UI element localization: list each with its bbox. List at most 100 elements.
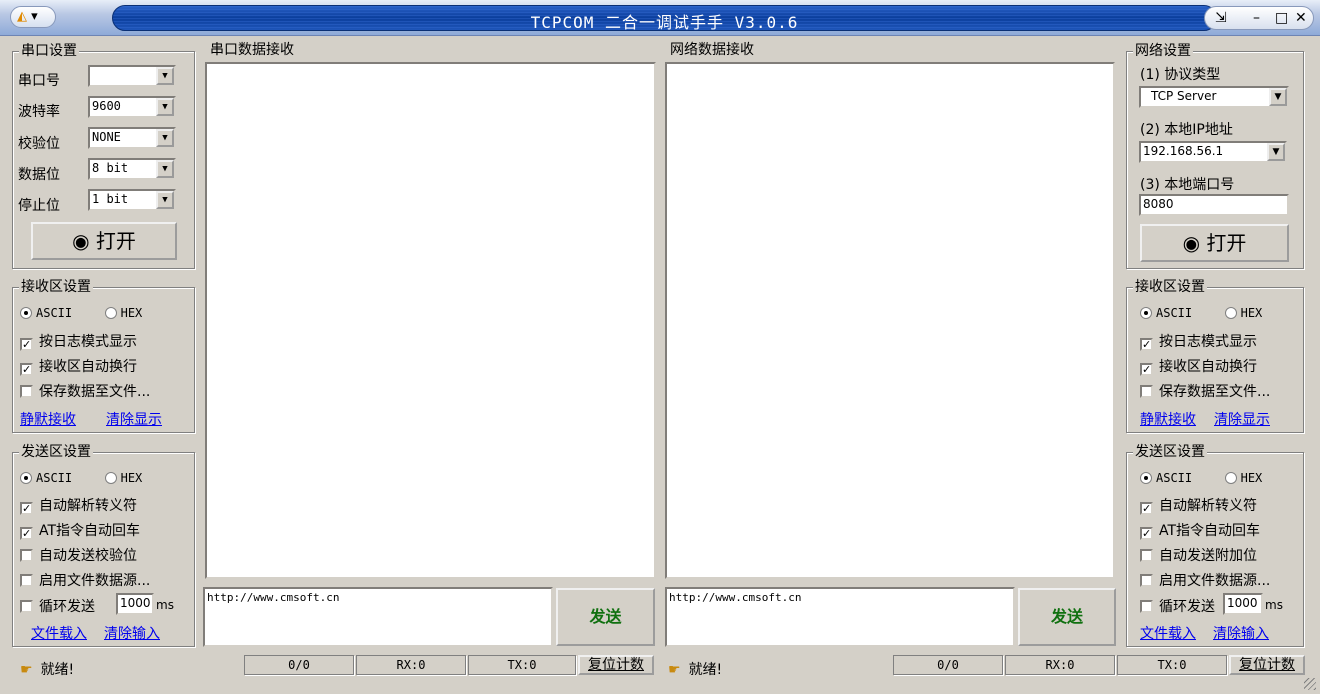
serial-escape[interactable]: ✓ 自动解析转义符 [20, 495, 137, 515]
minimize-icon[interactable]: – [1253, 7, 1260, 29]
serial-open-button[interactable]: ◉ 打开 [31, 222, 177, 260]
net-mute-link[interactable]: 静默接收 [1140, 409, 1196, 429]
check-icon[interactable]: ✓ [1140, 338, 1153, 351]
check-icon[interactable]: ✓ [1140, 527, 1153, 540]
title-pill: TCPCOM 二合一调试手手 V3.0.6 [112, 5, 1217, 32]
net-count: 0/0 [893, 655, 1003, 675]
chevron-down-icon[interactable]: ▼ [1269, 88, 1287, 106]
serial-at-cr[interactable]: ✓ AT指令自动回车 [20, 520, 140, 540]
databits-select[interactable]: 8 bit ▼ [88, 158, 176, 180]
window-title: TCPCOM 二合一调试手手 V3.0.6 [530, 13, 799, 32]
app-menu-button[interactable]: ◭ ▾ [10, 6, 56, 28]
parity-label: 校验位 [18, 136, 60, 152]
protocol-label: (1) 协议类型 [1140, 67, 1221, 83]
check-icon[interactable]: ✓ [20, 338, 33, 351]
serial-checksum[interactable]: 自动发送校验位 [20, 545, 137, 565]
net-send-settings-title: 发送区设置 [1133, 444, 1207, 460]
serial-settings-title: 串口设置 [19, 43, 79, 59]
net-send-ascii-radio[interactable] [1140, 472, 1152, 484]
chevron-down-icon[interactable]: ▼ [156, 191, 174, 209]
serial-mute-link[interactable]: 静默接收 [20, 409, 76, 429]
protocol-select[interactable]: TCP Server ▼ [1139, 86, 1289, 108]
serial-send-hex-radio[interactable] [104, 472, 117, 484]
close-icon[interactable]: ✕ [1295, 7, 1307, 29]
check-icon[interactable]: ✓ [1140, 363, 1153, 376]
serial-file-source[interactable]: 启用文件数据源... [20, 570, 150, 590]
serial-recv-settings-title: 接收区设置 [19, 279, 93, 295]
serial-loop-send[interactable]: 循环发送 [20, 596, 95, 616]
net-load-file-link[interactable]: 文件载入 [1140, 623, 1196, 643]
net-at-cr[interactable]: ✓ AT指令自动回车 [1140, 520, 1260, 540]
check-icon[interactable]: ✓ [1140, 502, 1153, 515]
serial-send-settings-title: 发送区设置 [19, 444, 93, 460]
serial-load-file-link[interactable]: 文件载入 [31, 623, 87, 643]
net-log-mode[interactable]: ✓ 按日志模式显示 [1140, 331, 1257, 351]
serial-recv-area[interactable] [205, 62, 656, 579]
net-port-input[interactable]: 8080 [1139, 194, 1289, 216]
net-auto-wrap[interactable]: ✓ 接收区自动换行 [1140, 356, 1257, 376]
net-settings-title: 网络设置 [1133, 43, 1193, 59]
net-loop-send[interactable]: 循环发送 [1140, 596, 1215, 616]
net-file-source[interactable]: 启用文件数据源... [1140, 570, 1270, 590]
net-send-button[interactable]: 发送 [1018, 588, 1116, 646]
stopbits-select[interactable]: 1 bit ▼ [88, 189, 176, 211]
chevron-down-icon[interactable]: ▼ [156, 67, 174, 85]
check-icon[interactable]: ✓ [20, 363, 33, 376]
serial-send-ascii-radio[interactable] [20, 472, 32, 484]
baud-label: 波特率 [18, 104, 60, 120]
chevron-down-icon[interactable]: ▼ [1267, 143, 1285, 161]
net-recv-format: ASCII HEX [1140, 306, 1262, 320]
port-select[interactable]: ▼ [88, 65, 176, 87]
hand-pointer-icon: ☛ [20, 662, 33, 678]
net-append[interactable]: 自动发送附加位 [1140, 545, 1257, 565]
net-clear-input-link[interactable]: 清除输入 [1213, 623, 1269, 643]
serial-recv-format: ASCII HEX [20, 306, 142, 320]
ip-label: (2) 本地IP地址 [1140, 122, 1233, 138]
resize-grip-icon[interactable] [1304, 678, 1316, 690]
serial-recv-title: 串口数据接收 [208, 42, 296, 58]
serial-save-file[interactable]: 保存数据至文件... [20, 381, 150, 401]
baud-select[interactable]: 9600 ▼ [88, 96, 176, 118]
net-status: ☛ 就绪! [668, 662, 723, 678]
net-send-hex-radio[interactable] [1224, 472, 1237, 484]
serial-clear-input-link[interactable]: 清除输入 [104, 623, 160, 643]
serial-auto-wrap[interactable]: ✓ 接收区自动换行 [20, 356, 137, 376]
net-clear-display-link[interactable]: 清除显示 [1214, 409, 1270, 429]
serial-clear-display-link[interactable]: 清除显示 [106, 409, 162, 429]
ip-select[interactable]: 192.168.56.1 ▼ [1139, 141, 1287, 163]
serial-count: 0/0 [244, 655, 354, 675]
maximize-icon[interactable]: □ [1275, 7, 1288, 29]
chevron-down-icon[interactable]: ▼ [156, 129, 174, 147]
pin-icon[interactable]: ⇲ [1215, 7, 1227, 29]
serial-loop-interval-input[interactable]: 1000 [116, 593, 154, 615]
net-recv-hex-radio[interactable] [1224, 307, 1237, 319]
chevron-down-icon[interactable]: ▼ [156, 160, 174, 178]
serial-send-input[interactable]: http://www.cmsoft.cn [203, 587, 553, 647]
app-logo-icon: ◭ [17, 9, 27, 24]
databits-label: 数据位 [18, 167, 60, 183]
chevron-down-icon[interactable]: ▼ [156, 98, 174, 116]
serial-status: ☛ 就绪! [20, 662, 75, 678]
net-save-file[interactable]: 保存数据至文件... [1140, 381, 1270, 401]
net-rx-count: RX:0 [1005, 655, 1115, 675]
net-reset-count-button[interactable]: 复位计数 [1229, 655, 1305, 675]
net-recv-title: 网络数据接收 [668, 42, 756, 58]
check-icon[interactable]: ✓ [20, 502, 33, 515]
serial-send-button[interactable]: 发送 [556, 588, 655, 646]
parity-select[interactable]: NONE ▼ [88, 127, 176, 149]
port-label: 串口号 [18, 73, 60, 89]
net-open-button[interactable]: ◉ 打开 [1140, 224, 1289, 262]
serial-reset-count-button[interactable]: 复位计数 [578, 655, 654, 675]
net-send-input[interactable]: http://www.cmsoft.cn [665, 587, 1015, 647]
check-icon[interactable]: ✓ [20, 527, 33, 540]
hand-pointer-icon: ☛ [668, 662, 681, 678]
net-port-label: (3) 本地端口号 [1140, 177, 1235, 193]
serial-recv-hex-radio[interactable] [104, 307, 117, 319]
net-recv-ascii-radio[interactable] [1140, 307, 1152, 319]
net-recv-area[interactable] [665, 62, 1115, 579]
net-escape[interactable]: ✓ 自动解析转义符 [1140, 495, 1257, 515]
net-loop-interval-input[interactable]: 1000 [1223, 593, 1263, 615]
serial-recv-ascii-radio[interactable] [20, 307, 32, 319]
serial-log-mode[interactable]: ✓ 按日志模式显示 [20, 331, 137, 351]
serial-send-format: ASCII HEX [20, 471, 142, 485]
